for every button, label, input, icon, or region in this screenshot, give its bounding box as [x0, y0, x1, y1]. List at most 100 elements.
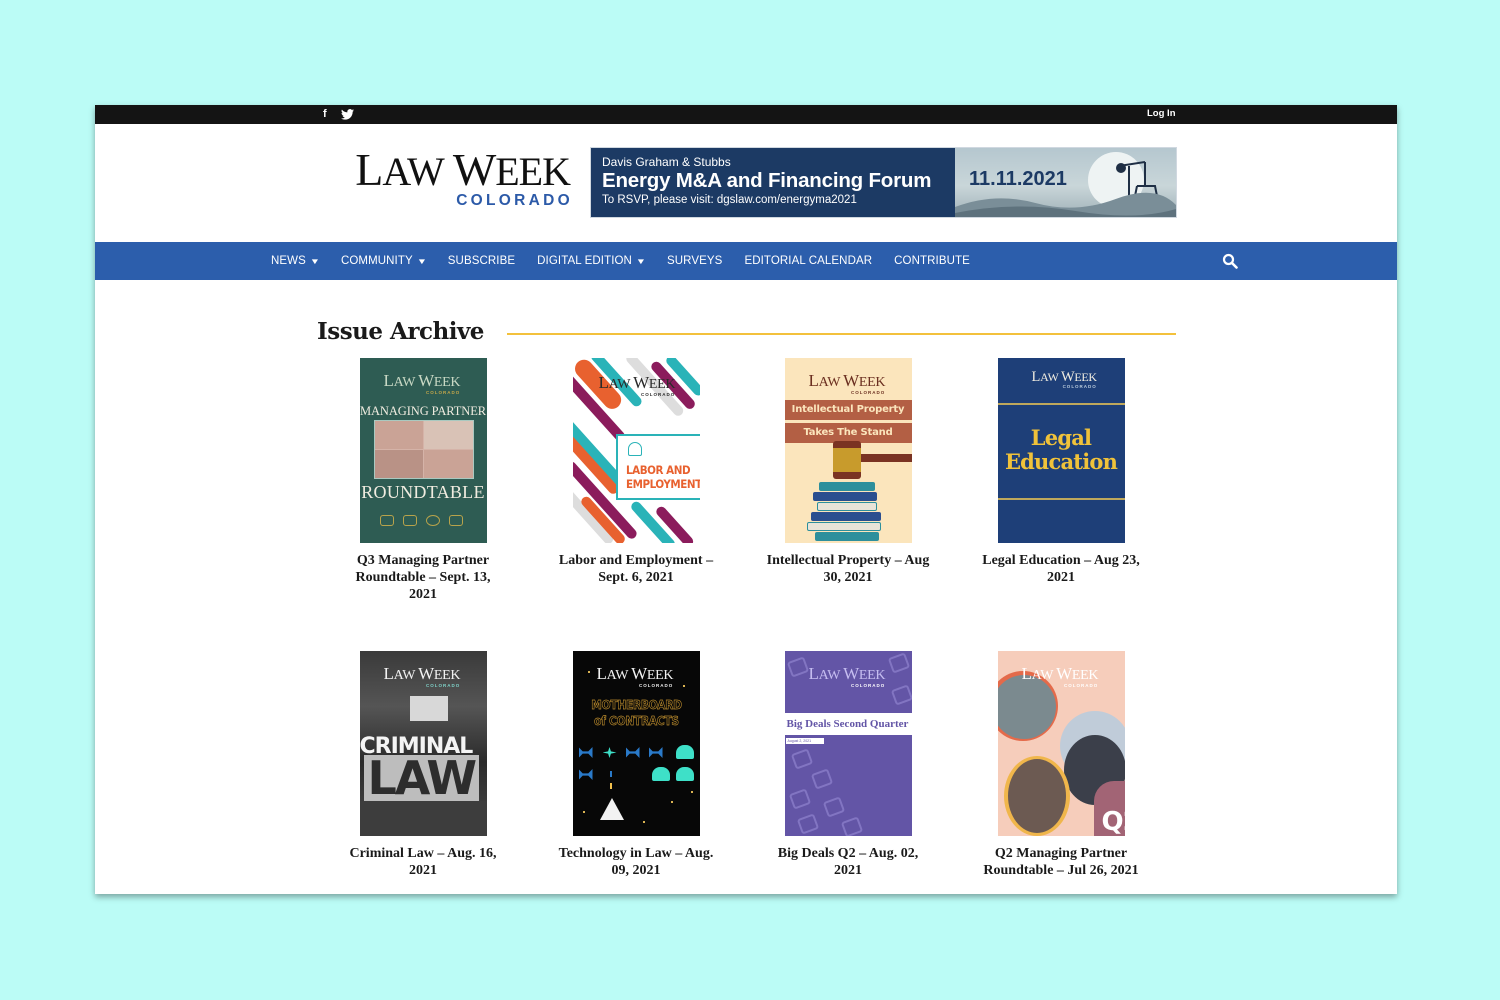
- issue-title-link[interactable]: Big Deals Q2 – Aug. 02, 2021: [758, 845, 938, 879]
- cover-subheadline: Takes The Stand: [784, 423, 912, 443]
- issue-cover[interactable]: LAW WEEK COLORADO LABOR AND EMPLOYMENT: [572, 358, 700, 543]
- cover-decoration: [625, 747, 640, 758]
- cover-decoration: [786, 656, 809, 678]
- cover-decoration: [816, 502, 877, 511]
- cover-logo-subtitle: COLORADO: [850, 390, 886, 395]
- issue-title-link[interactable]: Technology in Law – Aug. 09, 2021: [546, 845, 726, 879]
- issue-cover[interactable]: LAW WEEK COLORADO Legal Education: [997, 358, 1125, 543]
- nav-item-surveys[interactable]: SURVEYS: [667, 255, 722, 267]
- nav-menu: NEWS ▼ COMMUNITY ▼ SUBSCRIBE DIGITAL EDITI…: [271, 242, 992, 280]
- cover-decoration: [840, 816, 863, 836]
- issue-cover[interactable]: LAW WEEK COLORADO LAW CRIMINAL: [359, 651, 487, 836]
- cover-headline: ROUNDTABLE: [361, 482, 485, 502]
- cover-date: August 2, 2021: [785, 738, 824, 744]
- cover-photo: [409, 696, 448, 721]
- issue-card[interactable]: LAW WEEK COLORADO Q2 Q2 Managing Partner…: [971, 651, 1151, 879]
- issue-card[interactable]: LAW WEEK COLORADO LAW CRIMINAL Criminal …: [333, 651, 513, 879]
- cover-logo-subtitle: COLORADO: [425, 683, 461, 688]
- issue-cover[interactable]: LAW WEEK COLORADO Big Deals Second Quart…: [784, 651, 912, 836]
- site-logo[interactable]: LAW WEEK COLORADO: [338, 147, 571, 210]
- cover-logo-subtitle: COLORADO: [1062, 384, 1097, 389]
- issue-title-link[interactable]: Labor and Employment – Sept. 6, 2021: [546, 552, 726, 586]
- ad-rsvp: To RSVP, please visit: dgslaw.com/energy…: [602, 194, 857, 206]
- issue-cover[interactable]: LAW WEEK COLORADO Q2: [997, 651, 1125, 836]
- social-links: f: [323, 107, 354, 122]
- issue-title-link[interactable]: Q2 Managing Partner Roundtable – Jul 26,…: [971, 845, 1151, 879]
- cover-decoration: [818, 482, 875, 491]
- page-title: Issue Archive: [317, 318, 484, 345]
- nav-item-community[interactable]: COMMUNITY ▼: [341, 255, 427, 267]
- cover-logo-wordmark: LAW WEEK: [596, 664, 674, 683]
- issue-card[interactable]: LAW WEEK COLORADO MANAGING PARTNER ROUND…: [333, 358, 513, 603]
- cover-decoration: [822, 796, 845, 818]
- cover-decoration: [675, 745, 694, 759]
- issue-title-link[interactable]: Criminal Law – Aug. 16, 2021: [333, 845, 513, 879]
- issue-card[interactable]: LAW WEEK COLORADO Intellectual Property …: [758, 358, 938, 586]
- cover-title-box: LABOR AND EMPLOYMENT: [615, 434, 700, 500]
- twitter-icon[interactable]: [340, 109, 354, 120]
- cover-logo-wordmark: LAW WEEK: [1021, 664, 1099, 683]
- cover-logo: LAW WEEK COLORADO: [599, 374, 676, 397]
- issue-cover[interactable]: LAW WEEK COLORADO MOTHERBOARD of CONTRACT…: [572, 651, 700, 836]
- cover-logo: LAW WEEK COLORADO: [809, 665, 886, 688]
- hardhat-gear-icon: [627, 442, 642, 456]
- gavel-icon: [860, 454, 912, 462]
- mountains-graphic: [955, 192, 1176, 217]
- facebook-icon[interactable]: f: [323, 107, 327, 122]
- issue-card[interactable]: LAW WEEK COLORADO LABOR AND EMPLOYMENT La…: [546, 358, 726, 586]
- cover-decoration: [796, 813, 819, 835]
- cover-decoration: [1007, 759, 1066, 833]
- chevron-down-icon: ▼: [309, 256, 321, 266]
- issue-title-link[interactable]: Legal Education – Aug 23, 2021: [971, 552, 1151, 586]
- issue-title-link[interactable]: Q3 Managing Partner Roundtable – Sept. 1…: [333, 552, 513, 603]
- cover-decoration: [810, 512, 881, 521]
- cover-decoration: [587, 671, 590, 673]
- ad-title: Energy M&A and Financing Forum: [602, 169, 932, 192]
- cover-decoration: [790, 748, 813, 770]
- cover-badge: Q2: [1101, 807, 1125, 836]
- nav-item-contribute[interactable]: CONTRIBUTE: [894, 255, 970, 267]
- search-icon[interactable]: [1222, 253, 1238, 274]
- cover-decoration: [887, 652, 910, 674]
- cover-decoration: [642, 821, 645, 823]
- cover-decoration: [578, 747, 593, 758]
- issue-card[interactable]: LAW WEEK COLORADO Legal Education Legal E…: [971, 358, 1151, 586]
- cover-headline: Legal Education: [1004, 425, 1118, 474]
- cover-headline: MOTHERBOARD of CONTRACTS: [590, 697, 682, 729]
- cover-decoration: [788, 788, 811, 810]
- cover-logo-subtitle: COLORADO: [638, 683, 674, 688]
- login-link[interactable]: Log In: [1147, 108, 1176, 119]
- cover-decoration: [578, 769, 593, 780]
- cover-logo-wordmark: LAW WEEK: [383, 371, 461, 390]
- title-divider: [507, 333, 1176, 335]
- cover-decoration: [682, 685, 685, 687]
- nav-item-subscribe[interactable]: SUBSCRIBE: [448, 255, 515, 267]
- nav-item-digital-edition[interactable]: DIGITAL EDITION ▼: [537, 255, 646, 267]
- browser-window: f Log In LAW WEEK COLORADO Davis Graham …: [95, 105, 1397, 894]
- cover-logo: LAW WEEK COLORADO: [1021, 664, 1099, 688]
- issue-card[interactable]: LAW WEEK COLORADO Big Deals Second Quart…: [758, 651, 938, 879]
- cover-logo-subtitle: COLORADO: [640, 392, 676, 397]
- issue-title-link[interactable]: Intellectual Property – Aug 30, 2021: [758, 552, 938, 586]
- cover-photo: [373, 420, 474, 479]
- cover-decoration: [582, 811, 585, 813]
- issue-cover[interactable]: LAW WEEK COLORADO MANAGING PARTNER ROUND…: [359, 358, 487, 543]
- cover-logo-subtitle: COLORADO: [1063, 683, 1099, 688]
- ad-image-panel: 11.11.2021: [955, 148, 1176, 217]
- cover-decoration: [675, 767, 694, 781]
- spaceship-icon: [599, 798, 624, 820]
- main-nav: NEWS ▼ COMMUNITY ▼ SUBSCRIBE DIGITAL EDITI…: [95, 242, 1397, 280]
- issue-card[interactable]: LAW WEEK COLORADO MOTHERBOARD of CONTRACT…: [546, 651, 726, 879]
- issue-cover[interactable]: LAW WEEK COLORADO Intellectual Property …: [784, 358, 912, 543]
- cover-decoration: [810, 768, 833, 790]
- banner-ad[interactable]: Davis Graham & Stubbs Energy M&A and Fin…: [590, 147, 1177, 218]
- cover-decoration: [806, 522, 881, 531]
- cover-decoration: [648, 747, 663, 758]
- nav-item-news[interactable]: NEWS ▼: [271, 255, 321, 267]
- nav-item-editorial-calendar[interactable]: EDITORIAL CALENDAR: [744, 255, 872, 267]
- cover-logo-wordmark: LAW WEEK: [1031, 369, 1098, 385]
- cover-logo-wordmark: LAW WEEK: [808, 371, 886, 390]
- cover-decoration: [670, 801, 673, 803]
- cover-logo-subtitle: COLORADO: [425, 390, 461, 395]
- cover-decoration: [812, 492, 877, 501]
